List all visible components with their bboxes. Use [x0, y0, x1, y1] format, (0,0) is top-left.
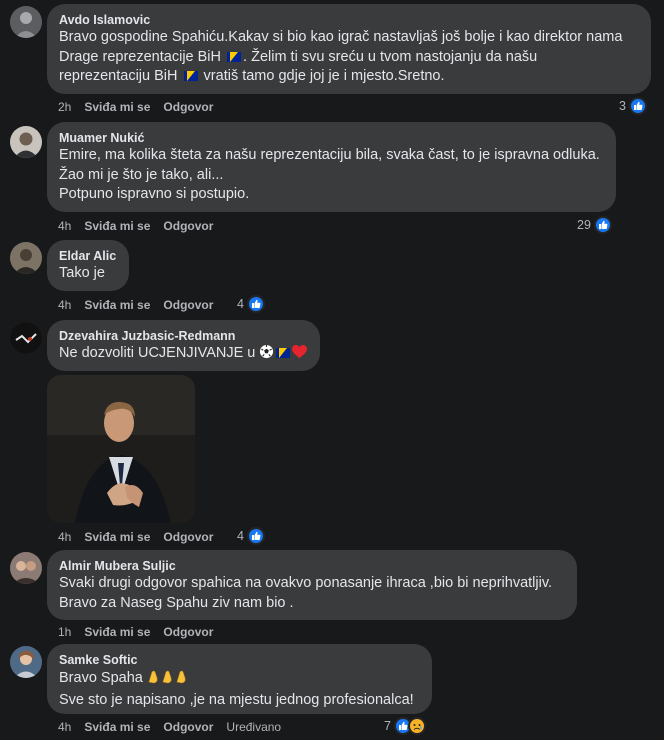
comment-line: reprezentaciju BiH [59, 68, 178, 84]
like-button[interactable]: Sviđa mi se [84, 624, 150, 640]
like-icon [628, 97, 647, 115]
reaction-number: 3 [619, 99, 626, 113]
comment-line: vratiš tamo gdje joj je i mjesto.Sretno. [203, 68, 445, 84]
comment-actions: 2h Sviđa mi se Odgovor [58, 99, 226, 115]
comment-line: Emire, ma kolika šteta za našu reprezent… [59, 147, 600, 163]
bosnia-flag-icon [183, 71, 198, 81]
comment-actions: 4h Sviđa mi se Odgovor [58, 529, 226, 545]
like-button[interactable]: Sviđa mi se [84, 99, 150, 115]
avatar[interactable] [10, 646, 42, 678]
avatar[interactable] [10, 242, 42, 274]
reaction-count[interactable]: 4 [237, 526, 265, 546]
comment-text: Bravo Spaha Sve sto je napisano ,je na m… [59, 668, 420, 710]
comment-line-wrap: Drage reprezentacije BiH . Želim ti svu … [59, 48, 639, 68]
reply-button[interactable]: Odgovor [163, 719, 213, 735]
comment-time[interactable]: 4h [58, 529, 71, 545]
like-icon [246, 295, 265, 313]
comment-line: Svaki drugi odgovor spahica na ovakvo po… [59, 575, 553, 591]
comment-time[interactable]: 4h [58, 297, 71, 313]
bosnia-flag-icon [276, 348, 291, 358]
bosnia-flag-icon [227, 51, 242, 62]
comment-bubble: Avdo Islamovic Bravo gospodine Spahiću.K… [47, 4, 651, 94]
comment-time[interactable]: 2h [58, 99, 71, 115]
reply-button[interactable]: Odgovor [163, 624, 213, 640]
soccer-ball-icon [259, 344, 274, 366]
comment-bubble: Samke Softic Bravo Spaha Sve sto je napi… [47, 644, 432, 714]
gif-attachment[interactable] [47, 375, 195, 523]
comment-bubble: Eldar Alic Tako je [47, 240, 129, 291]
comment-line: Ne dozvoliti UCJENJIVANJE u [59, 345, 256, 361]
comment-author[interactable]: Almir Mubera Suljic [59, 558, 565, 574]
comment-line: Sve sto je napisano ,je na mjestu jednog… [59, 691, 414, 708]
like-icon [246, 527, 265, 545]
comment-actions: 4h Sviđa mi se Odgovor Uređivano [58, 719, 294, 735]
comment-line: Bravo Spaha [59, 670, 143, 686]
comment-line-wrap: reprezentaciju BiH vratiš tamo gdje joj … [59, 67, 639, 87]
comment-bubble: Almir Mubera Suljic Svaki drugi odgovor … [47, 550, 577, 620]
like-button[interactable]: Sviđa mi se [84, 719, 150, 735]
comment-line: Drage reprezentacije BiH [59, 48, 221, 65]
like-icon [593, 216, 612, 234]
comment-author[interactable]: Samke Softic [59, 652, 420, 668]
comment-text: Emire, ma kolika šteta za našu reprezent… [59, 146, 604, 205]
edited-label[interactable]: Uređivano [226, 719, 281, 735]
comment-line: Žao mi je što je tako, ali... [59, 166, 224, 183]
sad-face-icon [407, 717, 426, 735]
comment-actions: 1h Sviđa mi se Odgovor [58, 624, 226, 640]
comment-actions: 4h Sviđa mi se Odgovor [58, 297, 226, 313]
comment-text: Ne dozvoliti UCJENJIVANJE u [59, 344, 308, 366]
reaction-count[interactable]: 29 [577, 215, 612, 235]
reply-button[interactable]: Odgovor [163, 99, 213, 115]
avatar[interactable] [10, 322, 42, 354]
comment-line: Bravo gospodine Spahiću.Kakav si bio kao… [59, 29, 623, 45]
comment-line: Tako je [59, 265, 105, 281]
reaction-number: 4 [237, 529, 244, 543]
comment-line: Potpuno ispravno si postupio. [59, 186, 250, 202]
like-button[interactable]: Sviđa mi se [84, 529, 150, 545]
comment-bubble: Dzevahira Juzbasic-Redmann Ne dozvoliti … [47, 320, 320, 371]
comment-author[interactable]: Eldar Alic [59, 248, 117, 264]
comment-author[interactable]: Dzevahira Juzbasic-Redmann [59, 328, 308, 344]
reaction-count[interactable]: 7 [384, 716, 426, 736]
clapping-hands-icon [147, 668, 191, 691]
comment-line-wrap: Bravo Spaha [59, 668, 420, 691]
comment-bubble: Muamer Nukić Emire, ma kolika šteta za n… [47, 122, 616, 212]
comment-time[interactable]: 4h [58, 218, 71, 234]
reaction-count[interactable]: 4 [237, 294, 265, 314]
comment-text: Tako je [59, 264, 117, 284]
comment-time[interactable]: 1h [58, 624, 71, 640]
reaction-number: 4 [237, 297, 244, 311]
avatar[interactable] [10, 6, 42, 38]
avatar[interactable] [10, 552, 42, 584]
comment-line-wrap: Ne dozvoliti UCJENJIVANJE u [59, 344, 308, 366]
comment-text: Bravo gospodine Spahiću.Kakav si bio kao… [59, 28, 639, 87]
reaction-number: 7 [384, 719, 391, 733]
reaction-number: 29 [577, 218, 591, 232]
reply-button[interactable]: Odgovor [163, 218, 213, 234]
like-button[interactable]: Sviđa mi se [84, 218, 150, 234]
comment-line: Bravo za Naseg Spahu ziv nam bio . [59, 594, 294, 611]
comment-actions: 4h Sviđa mi se Odgovor [58, 218, 226, 234]
reply-button[interactable]: Odgovor [163, 297, 213, 313]
comment-author[interactable]: Muamer Nukić [59, 130, 604, 146]
comment-time[interactable]: 4h [58, 719, 71, 735]
like-button[interactable]: Sviđa mi se [84, 297, 150, 313]
comment-line: . Želim ti svu sreću u tvom nastojanju d… [243, 48, 538, 65]
avatar[interactable] [10, 126, 42, 158]
heart-icon [292, 345, 308, 366]
comment-text: Svaki drugi odgovor spahica na ovakvo po… [59, 574, 565, 613]
reaction-count[interactable]: 3 [619, 96, 647, 116]
comment-author[interactable]: Avdo Islamovic [59, 12, 639, 28]
reply-button[interactable]: Odgovor [163, 529, 213, 545]
